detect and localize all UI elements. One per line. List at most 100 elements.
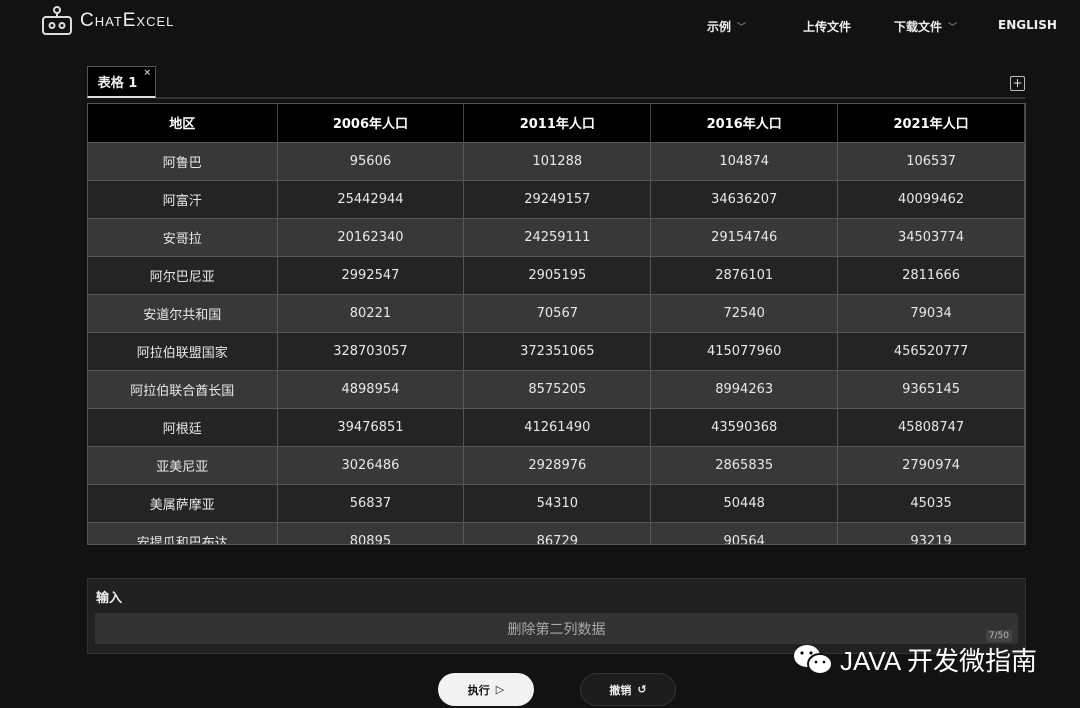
- table-cell[interactable]: 2876101: [651, 256, 838, 294]
- table-cell[interactable]: 43590368: [651, 408, 838, 446]
- run-label: 执行: [468, 682, 490, 698]
- table-cell[interactable]: 阿拉伯联合酋长国: [88, 370, 277, 408]
- table-cell[interactable]: 90564: [651, 522, 838, 545]
- column-header[interactable]: 2016年人口: [651, 104, 838, 142]
- table-cell[interactable]: 2992547: [277, 256, 464, 294]
- table-cell[interactable]: 9365145: [838, 370, 1025, 408]
- table-cell[interactable]: 8994263: [651, 370, 838, 408]
- table-cell[interactable]: 阿尔巴尼亚: [88, 256, 277, 294]
- table-cell[interactable]: 86729: [464, 522, 651, 545]
- nav-label: 上传文件: [803, 18, 851, 35]
- table-cell[interactable]: 29249157: [464, 180, 651, 218]
- play-icon: ▷: [496, 683, 504, 696]
- undo-button[interactable]: 撤销 ↺: [580, 673, 676, 706]
- input-label: 输入: [96, 587, 122, 606]
- table-cell[interactable]: 106537: [838, 142, 1025, 180]
- table-row: 阿拉伯联合酋长国4898954857520589942639365145: [88, 370, 1025, 408]
- table-cell[interactable]: 41261490: [464, 408, 651, 446]
- table-cell[interactable]: 20162340: [277, 218, 464, 256]
- table-cell[interactable]: 39476851: [277, 408, 464, 446]
- nav-label: ENGLISH: [998, 18, 1057, 32]
- nav-label: 示例: [707, 18, 731, 35]
- nav-upload[interactable]: 上传文件: [803, 18, 851, 35]
- table-cell[interactable]: 328703057: [277, 332, 464, 370]
- table-cell[interactable]: 70567: [464, 294, 651, 332]
- table-row: 安提瓜和巴布达80895867299056493219: [88, 522, 1025, 545]
- table-row: 亚美尼亚3026486292897628658352790974: [88, 446, 1025, 484]
- table-cell[interactable]: 8575205: [464, 370, 651, 408]
- wechat-icon: [792, 642, 834, 678]
- table-cell[interactable]: 阿拉伯联盟国家: [88, 332, 277, 370]
- column-header[interactable]: 2006年人口: [277, 104, 464, 142]
- table-cell[interactable]: 80895: [277, 522, 464, 545]
- table-cell[interactable]: 3026486: [277, 446, 464, 484]
- table-cell[interactable]: 34503774: [838, 218, 1025, 256]
- table-row: 阿拉伯联盟国家328703057372351065415077960456520…: [88, 332, 1025, 370]
- table-cell[interactable]: 4898954: [277, 370, 464, 408]
- table-cell[interactable]: 阿鲁巴: [88, 142, 277, 180]
- table-cell[interactable]: 阿根廷: [88, 408, 277, 446]
- nav-examples[interactable]: 示例 ﹀: [707, 18, 746, 35]
- watermark: JAVA 开发微指南: [792, 641, 1037, 678]
- table-cell[interactable]: 456520777: [838, 332, 1025, 370]
- watermark-text: JAVA 开发微指南: [840, 641, 1037, 678]
- logo[interactable]: ChatExcel: [40, 6, 174, 36]
- table-cell[interactable]: 93219: [838, 522, 1025, 545]
- table-cell[interactable]: 40099462: [838, 180, 1025, 218]
- tab-label: 表格 1: [98, 72, 138, 91]
- robot-icon: [40, 6, 74, 36]
- table-cell[interactable]: 80221: [277, 294, 464, 332]
- command-input[interactable]: 删除第二列数据7/50: [95, 613, 1018, 644]
- run-button[interactable]: 执行 ▷: [438, 673, 534, 706]
- nav-english[interactable]: ENGLISH: [998, 18, 1057, 32]
- column-header[interactable]: 地区: [88, 104, 277, 142]
- tab-divider: [156, 97, 1025, 99]
- table-cell[interactable]: 阿富汗: [88, 180, 277, 218]
- table-cell[interactable]: 101288: [464, 142, 651, 180]
- nav-label: 下载文件: [894, 18, 942, 35]
- table-cell[interactable]: 24259111: [464, 218, 651, 256]
- table-row: 安哥拉20162340242591112915474634503774: [88, 218, 1025, 256]
- table-cell[interactable]: 45035: [838, 484, 1025, 522]
- table-cell[interactable]: 2865835: [651, 446, 838, 484]
- table-cell[interactable]: 104874: [651, 142, 838, 180]
- table-row: 阿鲁巴95606101288104874106537: [88, 142, 1025, 180]
- table-cell[interactable]: 45808747: [838, 408, 1025, 446]
- close-icon[interactable]: ×: [143, 68, 151, 78]
- undo-icon: ↺: [637, 683, 646, 696]
- table-cell[interactable]: 2905195: [464, 256, 651, 294]
- table-cell[interactable]: 72540: [651, 294, 838, 332]
- chevron-down-icon: ﹀: [737, 20, 746, 33]
- table-cell[interactable]: 54310: [464, 484, 651, 522]
- nav-download[interactable]: 下载文件﹀: [894, 18, 957, 35]
- table-cell[interactable]: 34636207: [651, 180, 838, 218]
- table-cell[interactable]: 415077960: [651, 332, 838, 370]
- table-row: 阿根廷39476851412614904359036845808747: [88, 408, 1025, 446]
- table-cell[interactable]: 2928976: [464, 446, 651, 484]
- add-tab-button[interactable]: +: [1010, 76, 1025, 91]
- column-header[interactable]: 2021年人口: [838, 104, 1025, 142]
- table-row: 阿尔巴尼亚2992547290519528761012811666: [88, 256, 1025, 294]
- table-row: 阿富汗25442944292491573463620740099462: [88, 180, 1025, 218]
- table-cell[interactable]: 2790974: [838, 446, 1025, 484]
- table-row: 美属萨摩亚56837543105044845035: [88, 484, 1025, 522]
- logo-text: ChatExcel: [80, 10, 174, 32]
- table-header-row: 地区2006年人口2011年人口2016年人口2021年人口: [88, 104, 1025, 142]
- table-cell[interactable]: 安哥拉: [88, 218, 277, 256]
- undo-label: 撤销: [609, 682, 631, 698]
- table-cell[interactable]: 安道尔共和国: [88, 294, 277, 332]
- column-header[interactable]: 2011年人口: [464, 104, 651, 142]
- table-cell[interactable]: 56837: [277, 484, 464, 522]
- data-table[interactable]: 地区2006年人口2011年人口2016年人口2021年人口 阿鲁巴956061…: [87, 103, 1026, 545]
- table-cell[interactable]: 25442944: [277, 180, 464, 218]
- table-cell[interactable]: 95606: [277, 142, 464, 180]
- table-cell[interactable]: 亚美尼亚: [88, 446, 277, 484]
- table-cell[interactable]: 2811666: [838, 256, 1025, 294]
- table-cell[interactable]: 372351065: [464, 332, 651, 370]
- table-cell[interactable]: 美属萨摩亚: [88, 484, 277, 522]
- tab-sheet-1[interactable]: 表格 1 ×: [87, 66, 156, 98]
- table-cell[interactable]: 29154746: [651, 218, 838, 256]
- table-cell[interactable]: 安提瓜和巴布达: [88, 522, 277, 545]
- table-cell[interactable]: 50448: [651, 484, 838, 522]
- table-cell[interactable]: 79034: [838, 294, 1025, 332]
